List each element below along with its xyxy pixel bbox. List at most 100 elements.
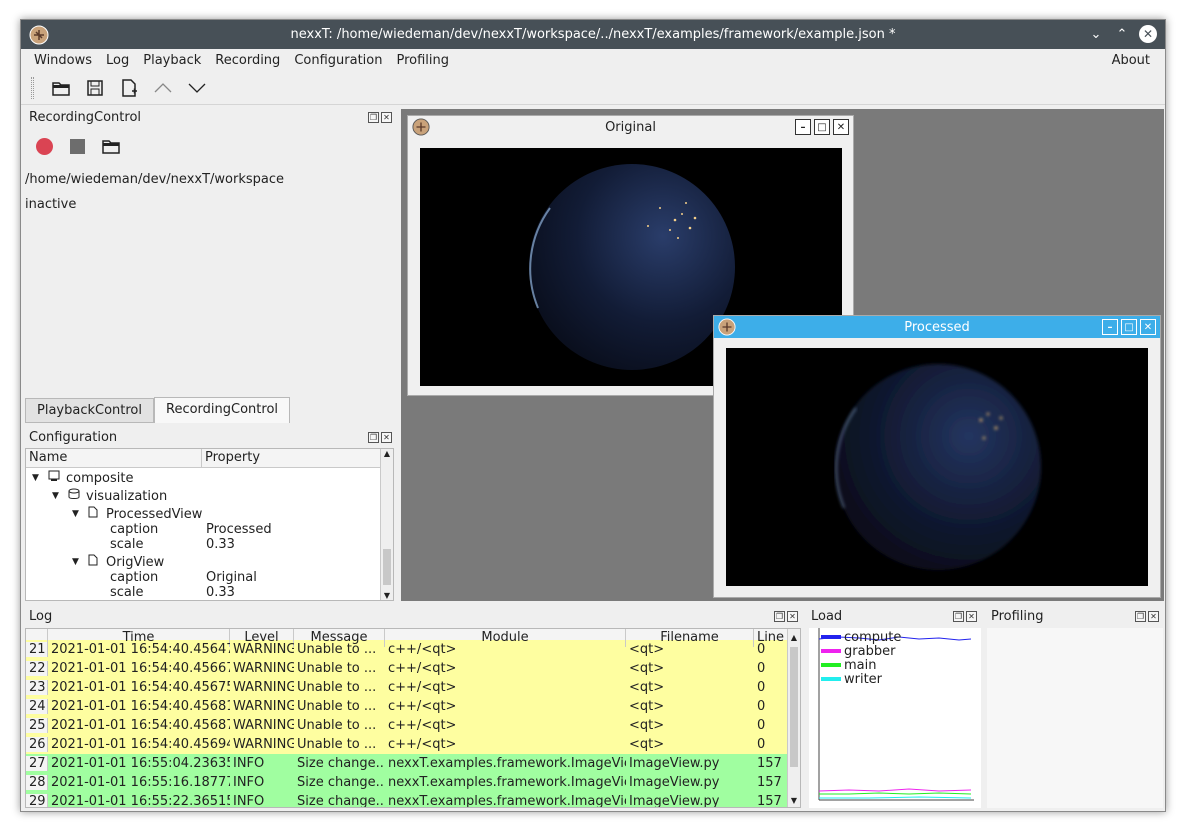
minimize-icon[interactable]: ⌄: [1087, 25, 1105, 43]
close-icon[interactable]: ✕: [1148, 611, 1159, 622]
tab-playbackcontrol[interactable]: PlaybackControl: [25, 398, 154, 423]
cell-msg: Unable to ...: [297, 680, 377, 695]
cell-level: INFO: [233, 756, 265, 771]
cell-file: ImageView.py: [629, 775, 720, 790]
close-icon[interactable]: ✕: [966, 611, 977, 622]
cell-module: c++/<qt>: [388, 737, 457, 752]
file-icon: [88, 554, 106, 570]
property-scale-value[interactable]: 0.33: [206, 585, 235, 600]
minimize-icon[interactable]: –: [795, 119, 811, 135]
property-caption-value[interactable]: Processed: [206, 522, 272, 537]
cell-line: 0: [757, 661, 766, 676]
processed-image: [726, 348, 1148, 586]
maximize-icon[interactable]: □: [814, 119, 830, 135]
menu-windows[interactable]: Windows: [27, 53, 99, 68]
float-icon[interactable]: ❐: [1135, 611, 1146, 622]
float-icon[interactable]: ❐: [368, 432, 379, 443]
cell-time: 2021-01-01 16:54:40.456750: [51, 680, 230, 695]
minimize-icon[interactable]: –: [1102, 319, 1118, 335]
control-tabs: PlaybackControl RecordingControl: [25, 397, 291, 423]
table-row[interactable]: 23 2021-01-01 16:54:40.456750 WARNING Unabl…: [26, 678, 800, 697]
cell-line: 0: [757, 699, 766, 714]
float-icon[interactable]: ❐: [774, 611, 785, 622]
close-icon[interactable]: ✕: [833, 119, 849, 135]
choose-folder-icon[interactable]: [102, 138, 120, 158]
cell-time: 2021-01-01 16:54:40.456817: [51, 699, 230, 714]
load-dock-buttons: ❐ ✕: [953, 611, 977, 622]
tree-item-origview[interactable]: ▼ OrigView: [72, 554, 164, 570]
menu-playback[interactable]: Playback: [136, 53, 208, 68]
log-scrollbar[interactable]: ▲ ▼: [787, 629, 800, 807]
property-scale[interactable]: scale: [110, 537, 144, 552]
cell-module: c++/<qt>: [388, 699, 457, 714]
config-scrollbar[interactable]: ▲ ▼: [380, 449, 393, 600]
window-title: nexxT: /home/wiedeman/dev/nexxT/workspac…: [290, 27, 896, 42]
table-row[interactable]: 28 2021-01-01 16:55:16.187770 INFO Size cha…: [26, 773, 800, 792]
property-caption-value[interactable]: Original: [206, 570, 257, 585]
table-row[interactable]: 22 2021-01-01 16:54:40.456677 WARNING Unabl…: [26, 659, 800, 678]
configuration-tree[interactable]: Name Property ▼ composite ▼ visualizatio…: [25, 448, 394, 601]
tree-item-visualization[interactable]: ▼ visualization: [52, 488, 167, 504]
property-scale-value[interactable]: 0.33: [206, 537, 235, 552]
tree-item-composite[interactable]: ▼ composite: [32, 470, 133, 486]
maximize-icon[interactable]: □: [1121, 319, 1137, 335]
record-button[interactable]: [36, 138, 53, 155]
property-scale[interactable]: scale: [110, 585, 144, 600]
menu-about[interactable]: About: [1105, 53, 1157, 68]
file-icon: [88, 506, 106, 522]
cell-level: WARNING: [233, 699, 294, 714]
float-icon[interactable]: ❐: [368, 112, 379, 123]
open-folder-icon[interactable]: [48, 75, 74, 101]
title-bar[interactable]: nexxT: /home/wiedeman/dev/nexxT/workspac…: [21, 20, 1165, 49]
menu-bar: Windows Log Playback Recording Configura…: [21, 49, 1165, 71]
tab-recordingcontrol[interactable]: RecordingControl: [154, 397, 291, 423]
app-logo-icon: [718, 318, 736, 340]
stop-button[interactable]: [70, 139, 85, 154]
menu-configuration[interactable]: Configuration: [287, 53, 389, 68]
menu-recording[interactable]: Recording: [208, 53, 287, 68]
cell-time: 2021-01-01 16:55:16.187770: [51, 775, 230, 790]
cell-msg: Size change...: [297, 775, 385, 790]
cell-n: 27: [26, 756, 48, 771]
float-icon[interactable]: ❐: [953, 611, 964, 622]
subwindow-processed[interactable]: Processed – □ ✕: [713, 315, 1161, 598]
header-name[interactable]: Name: [26, 449, 202, 467]
chevron-down-icon[interactable]: [184, 75, 210, 101]
cell-n: 28: [26, 775, 48, 790]
recording-dock-title: RecordingControl: [29, 110, 142, 125]
subwindow-titlebar[interactable]: Processed – □ ✕: [714, 316, 1160, 338]
close-icon[interactable]: ✕: [1139, 25, 1157, 43]
close-icon[interactable]: ✕: [381, 112, 392, 123]
cell-module: nexxT.examples.framework.ImageView: [388, 775, 626, 790]
maximize-icon[interactable]: ⌃: [1113, 25, 1131, 43]
property-caption[interactable]: caption: [110, 570, 158, 585]
table-row[interactable]: 26 2021-01-01 16:54:40.456948 WARNING Unabl…: [26, 735, 800, 754]
cell-msg: Size change...: [297, 794, 385, 808]
cell-module: c++/<qt>: [388, 680, 457, 695]
cell-n: 29: [26, 794, 48, 807]
cell-time: 2021-01-01 16:54:40.456879: [51, 718, 230, 733]
table-row[interactable]: 21 2021-01-01 16:54:40.456479 WARNING Unabl…: [26, 640, 800, 659]
header-property[interactable]: Property: [202, 449, 382, 467]
cell-msg: Unable to ...: [297, 737, 377, 752]
new-file-icon[interactable]: [116, 75, 142, 101]
cell-level: WARNING: [233, 661, 294, 676]
cell-msg: Size change...: [297, 756, 385, 771]
property-caption[interactable]: caption: [110, 522, 158, 537]
table-row[interactable]: 25 2021-01-01 16:54:40.456879 WARNING Unabl…: [26, 716, 800, 735]
save-icon[interactable]: [82, 75, 108, 101]
table-row[interactable]: 27 2021-01-01 16:55:04.236353 INFO Size cha…: [26, 754, 800, 773]
table-row[interactable]: 29 2021-01-01 16:55:22.365153 INFO Size cha…: [26, 792, 800, 808]
tree-item-processedview[interactable]: ▼ ProcessedView: [72, 506, 202, 522]
subwindow-titlebar[interactable]: Original – □ ✕: [408, 116, 853, 138]
close-icon[interactable]: ✕: [1140, 319, 1156, 335]
log-table[interactable]: Time Level Message Module Filename Line …: [25, 628, 801, 808]
toolbar-grip[interactable]: [31, 76, 34, 99]
close-icon[interactable]: ✕: [787, 611, 798, 622]
menu-log[interactable]: Log: [99, 53, 136, 68]
menu-profiling[interactable]: Profiling: [389, 53, 456, 68]
chevron-up-icon[interactable]: [150, 75, 176, 101]
load-plot: compute grabber main writer: [809, 628, 981, 808]
close-icon[interactable]: ✕: [381, 432, 392, 443]
table-row[interactable]: 24 2021-01-01 16:54:40.456817 WARNING Unabl…: [26, 697, 800, 716]
